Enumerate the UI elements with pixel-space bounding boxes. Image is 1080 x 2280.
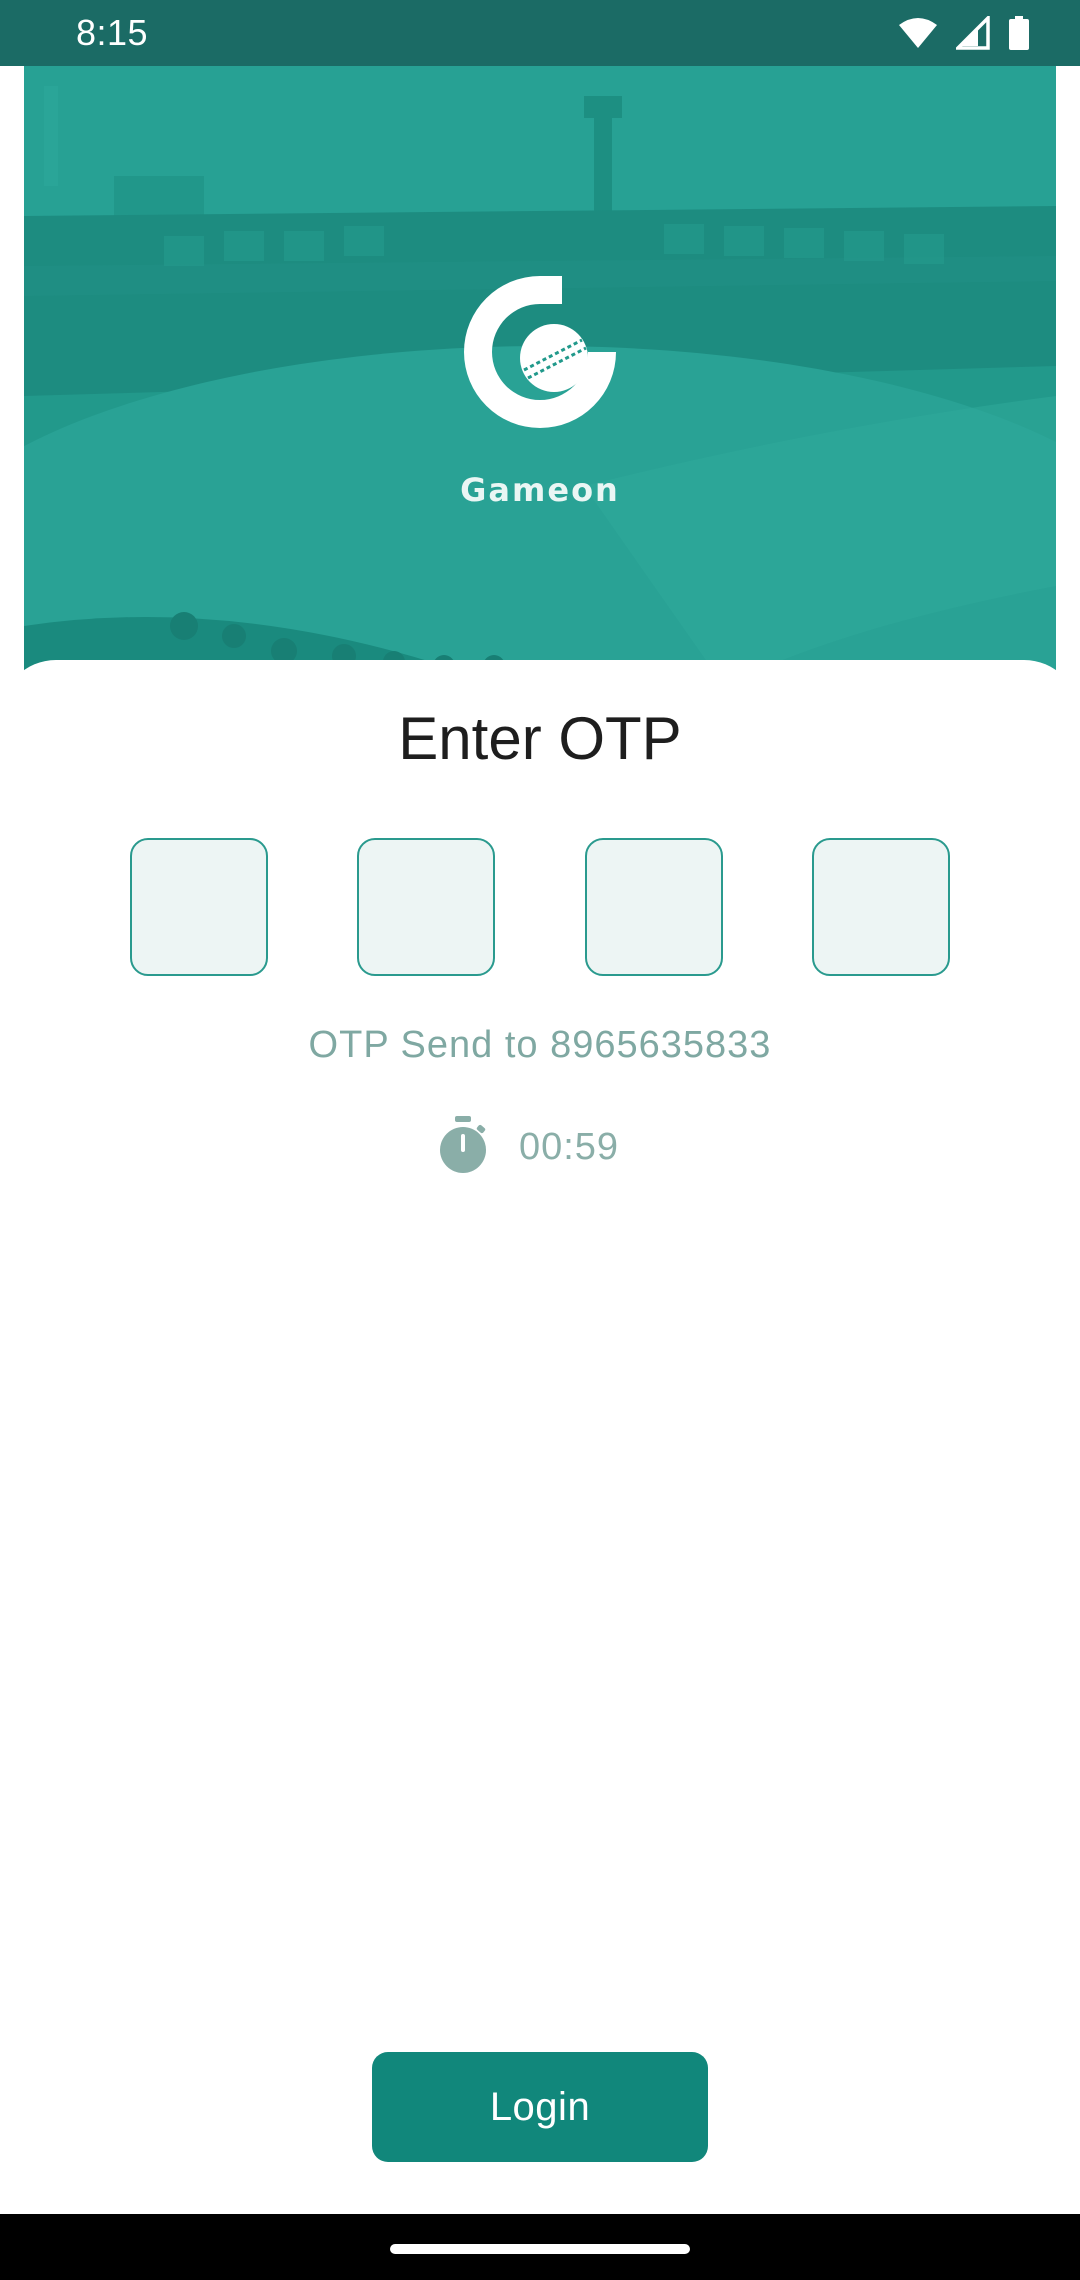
otp-digit-2[interactable] [357,838,496,976]
wifi-icon [898,17,938,49]
page-title: Enter OTP [398,705,682,772]
otp-digit-1[interactable] [130,838,268,976]
resend-timer: 00:59 [0,1116,1068,1179]
stopwatch-icon [437,1116,489,1179]
login-button[interactable]: Login [372,2052,708,2162]
timer-countdown: 00:59 [518,1126,620,1168]
gameon-logo-icon [454,266,626,443]
home-gesture-handle[interactable] [390,2244,690,2254]
otp-sent-to-label: OTP Send to 8965635833 [308,1024,772,1066]
cell-signal-icon [956,16,990,50]
status-icons [898,16,1030,50]
otp-digit-3[interactable] [584,838,723,976]
hero-banner: Gameon [24,66,1056,706]
brand-name: Gameon [460,471,620,509]
status-time: 8:15 [76,12,149,53]
status-bar: 8:15 [0,0,1080,66]
system-nav-bar [0,2214,1080,2280]
otp-digit-4[interactable] [811,838,950,976]
otp-sheet: Enter OTP OTP Send to 8965635833 00:59 L… [0,660,1080,2214]
otp-screen: 8:15 Gameon Enter OTP OTP Send to 896563… [0,0,1080,2280]
battery-icon [1008,16,1030,50]
brand-logo: Gameon [24,266,1056,509]
otp-input-row [130,838,950,976]
